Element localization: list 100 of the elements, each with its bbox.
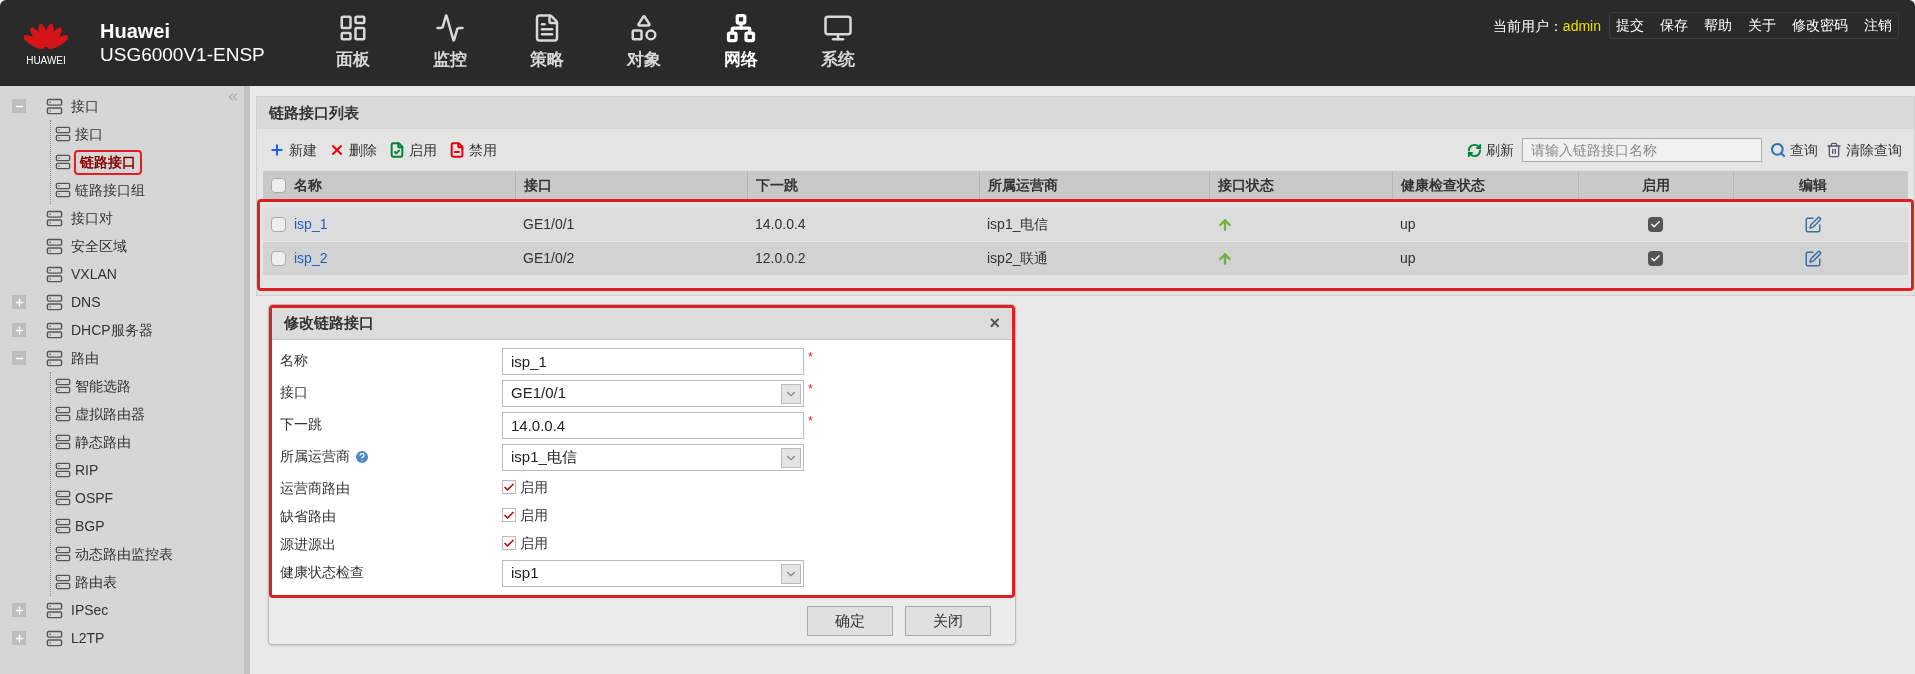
required-mark: * [808,413,813,430]
table-cell-text: isp2_联通 [986,249,1050,268]
sidebar-item[interactable]: 链路接口 [74,149,142,175]
collapse-toggle[interactable] [12,351,26,365]
trash-icon [1826,142,1842,158]
header-link[interactable]: 帮助 [1702,15,1734,36]
sidebar-item[interactable]: 安全区域 [71,235,127,257]
row-checkbox[interactable] [271,217,286,232]
dropdown[interactable]: isp1_电信 [502,444,804,471]
expand-toggle[interactable] [12,631,26,645]
device-icon [46,293,63,311]
plus-icon [269,142,285,158]
clear-search-button[interactable]: 清除查询 [1826,139,1902,161]
header-link[interactable]: 注销 [1862,15,1894,36]
sidebar-item[interactable]: 路由 [71,347,99,369]
text-field[interactable]: 14.0.0.4 [502,412,804,439]
nav-tab[interactable]: 对象 [595,13,693,73]
edit-icon[interactable] [1803,215,1822,234]
table-row[interactable]: isp_1 GE1/0/1 14.0.0.4 isp1_电信 up [263,208,1908,242]
field-label: 所属运营商 [280,447,350,466]
toolbar-button[interactable]: 禁用 [449,139,497,161]
sidebar-item[interactable]: 接口 [71,95,99,117]
table-row[interactable]: isp_2 GE1/0/2 12.0.0.2 isp2_联通 up [263,242,1908,276]
header-link[interactable]: 保存 [1658,15,1690,36]
plus-icon [13,324,25,336]
checkbox-label: 启用 [520,477,548,497]
enabled-checkbox[interactable] [1648,251,1663,266]
expand-toggle[interactable] [12,295,26,309]
help-icon[interactable] [354,448,370,465]
row-checkbox[interactable] [271,251,286,266]
sidebar-item[interactable]: 动态路由监控表 [75,543,173,565]
column-header: 编辑 [1799,175,1827,195]
dialog-button[interactable]: 关闭 [905,606,991,636]
sidebar-item[interactable]: 接口对 [71,207,113,229]
column-header: 接口 [524,175,552,195]
logo-text: HUAWEI [26,53,66,68]
nav-tab[interactable]: 监控 [401,13,499,73]
toolbar-button[interactable]: 删除 [329,139,377,161]
nav-tab[interactable]: 网络 [692,13,790,73]
dropdown[interactable]: GE1/0/1 [502,380,804,407]
sidebar-item[interactable]: L2TP [71,627,105,649]
device-icon [55,546,71,562]
sidebar-item[interactable]: 链路接口组 [75,179,145,201]
nav-tab[interactable]: 面板 [304,13,402,73]
column-header: 启用 [1642,175,1670,195]
nav-tab[interactable]: 策略 [498,13,596,73]
header-link[interactable]: 关于 [1746,15,1778,36]
toolbar-button[interactable]: 新建 [269,139,317,161]
checkbox[interactable] [502,480,516,494]
expand-toggle[interactable] [12,603,26,617]
device-icon [55,182,71,198]
text-field[interactable]: isp_1 [502,348,804,375]
device-icon [55,126,71,142]
sidebar-item[interactable]: 接口 [75,123,103,145]
checkbox-label: 启用 [520,505,548,525]
search-icon [1770,142,1786,158]
network-icon [726,13,757,44]
interface-link[interactable]: isp_2 [294,248,328,269]
search-field[interactable]: 请输入链路接口名称 [1522,138,1762,162]
select-all-checkbox[interactable] [271,177,286,193]
expand-toggle[interactable] [12,323,26,337]
header-link[interactable]: 修改密码 [1790,15,1850,36]
sidebar-item[interactable]: OSPF [75,487,114,509]
sidebar-item[interactable]: RIP [75,459,99,481]
toolbar-button[interactable]: 启用 [389,139,437,161]
check-icon [1650,219,1661,230]
dropdown[interactable]: isp1 [502,560,804,587]
refresh-button[interactable]: 刷新 [1467,139,1514,161]
sidebar-item[interactable]: 静态路由 [75,431,131,453]
plus-icon [13,604,25,616]
checkbox[interactable] [502,508,516,522]
field-label: 缺省路由 [280,507,336,526]
table-cell-text: GE1/0/1 [522,215,576,234]
column-header: 接口状态 [1218,175,1274,195]
table-cell-text: isp1_电信 [986,215,1050,234]
sidebar-item[interactable]: BGP [75,515,105,537]
search-button[interactable]: 查询 [1770,139,1818,161]
checkbox[interactable] [502,536,516,550]
device-icon [55,378,71,394]
interface-link[interactable]: isp_1 [294,214,328,235]
table-cell-text: 12.0.0.2 [754,249,807,268]
close-button[interactable]: × [989,310,1000,337]
sidebar-item[interactable]: IPSec [71,599,109,621]
sidebar-item[interactable]: DNS [71,291,101,313]
sidebar-item[interactable]: 虚拟路由器 [75,403,145,425]
panel-title: 链路接口列表 [269,102,359,123]
table-cell-text: GE1/0/2 [522,249,576,268]
collapse-icon[interactable] [226,90,240,104]
sidebar-item[interactable]: DHCP服务器 [71,319,153,341]
sidebar-item[interactable]: 智能选路 [75,375,131,397]
device-icon [55,406,71,422]
nav-tab[interactable]: 系统 [789,13,887,73]
collapse-toggle[interactable] [12,99,26,113]
column-header: 下一跳 [756,175,798,195]
dialog-button[interactable]: 确定 [807,606,893,636]
edit-icon[interactable] [1803,249,1822,268]
header-link[interactable]: 提交 [1614,15,1646,36]
sidebar-item[interactable]: 路由表 [75,571,117,593]
enabled-checkbox[interactable] [1648,217,1663,232]
sidebar-item[interactable]: VXLAN [71,263,117,285]
